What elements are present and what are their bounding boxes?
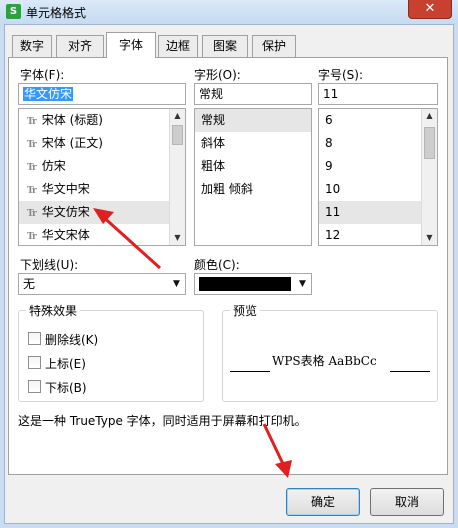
annotation-arrowhead-font (93, 208, 114, 224)
annotation-overlay (93, 208, 292, 478)
annotation-arrow-font (98, 212, 162, 270)
tab-font[interactable]: 字体 (106, 32, 156, 58)
annotation-arrow-ok (262, 423, 286, 467)
annotation-arrowhead-ok (275, 460, 292, 478)
